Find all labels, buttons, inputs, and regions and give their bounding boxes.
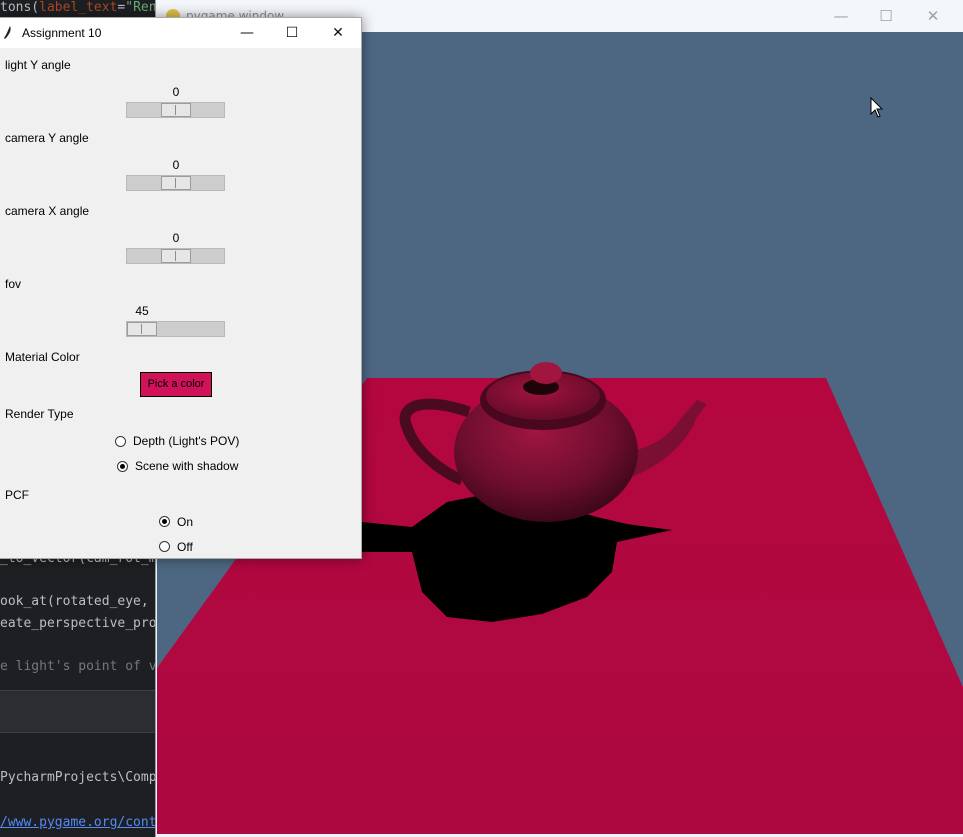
- console-link[interactable]: /www.pygame.org/cont: [0, 815, 157, 830]
- pcf-on-radio[interactable]: [159, 516, 170, 527]
- teapot-knob: [530, 362, 562, 384]
- mouse-cursor-icon: [870, 97, 884, 118]
- fov-slider[interactable]: [126, 321, 225, 337]
- minimize-icon[interactable]: —: [821, 4, 861, 28]
- camera-y-slider[interactable]: [126, 175, 225, 191]
- ide-toolbar-band: [0, 690, 160, 732]
- close-icon[interactable]: ✕: [913, 4, 953, 28]
- maximize-icon[interactable]: ☐: [866, 4, 906, 28]
- render-shadow-label[interactable]: Scene with shadow: [135, 459, 238, 473]
- minimize-icon[interactable]: —: [224, 18, 270, 48]
- render-depth-label[interactable]: Depth (Light's POV): [133, 434, 239, 448]
- pcf-on-label[interactable]: On: [177, 515, 193, 529]
- render-type-label: Render Type: [5, 407, 74, 421]
- camera-y-value: 0: [172, 158, 180, 172]
- light-y-label: light Y angle: [5, 58, 71, 72]
- divider: [0, 690, 160, 691]
- slider-thumb[interactable]: [161, 249, 191, 263]
- fov-label: fov: [5, 277, 22, 291]
- assignment-titlebar[interactable]: Assignment 10 — ☐ ✕: [0, 18, 361, 48]
- code-line: e light's point of v: [0, 659, 157, 674]
- fov-value: 45: [135, 304, 149, 318]
- material-color-label: Material Color: [5, 350, 80, 364]
- camera-y-label: camera Y angle: [5, 131, 89, 145]
- feather-icon: [4, 26, 11, 39]
- close-icon[interactable]: ✕: [315, 18, 361, 48]
- camera-x-label: camera X angle: [5, 204, 90, 218]
- divider: [0, 732, 160, 733]
- pcf-off-radio[interactable]: [159, 541, 170, 552]
- light-y-slider[interactable]: [126, 102, 225, 118]
- maximize-icon[interactable]: ☐: [269, 18, 315, 48]
- code-line: ook_at(rotated_eye,: [0, 594, 157, 609]
- console-path: PycharmProjects\Comp: [0, 770, 157, 785]
- render-depth-radio[interactable]: [115, 436, 126, 447]
- slider-thumb[interactable]: [161, 103, 191, 117]
- pcf-off-label[interactable]: Off: [177, 540, 193, 554]
- light-y-value: 0: [172, 85, 180, 99]
- camera-x-slider[interactable]: [126, 248, 225, 264]
- slider-thumb[interactable]: [127, 322, 157, 336]
- code-line-top: tons(label_text="Ren: [0, 0, 157, 15]
- slider-thumb[interactable]: [161, 176, 191, 190]
- code-line: eate_perspective_pro: [0, 616, 157, 631]
- camera-x-value: 0: [172, 231, 180, 245]
- pcf-label: PCF: [5, 488, 29, 502]
- assignment-window-title: Assignment 10: [22, 26, 102, 40]
- assignment-window: Assignment 10 — ☐ ✕ light Y angle 0 came…: [0, 17, 362, 559]
- render-shadow-radio[interactable]: [117, 461, 128, 472]
- pick-color-button[interactable]: Pick a color: [140, 372, 212, 397]
